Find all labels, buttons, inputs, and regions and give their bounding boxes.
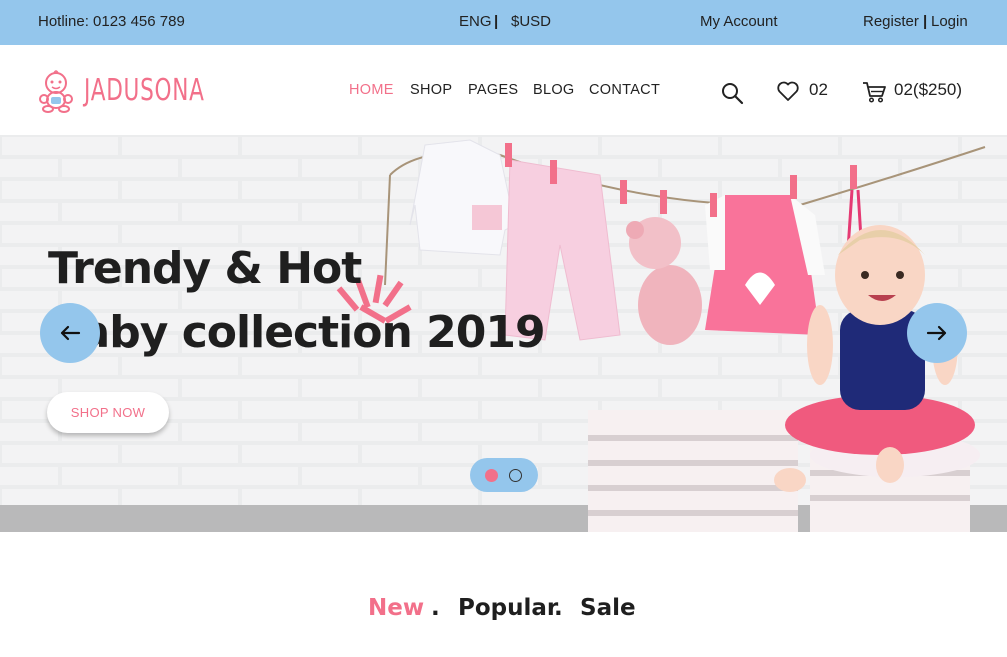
tab-separator: . — [554, 595, 563, 621]
arrow-left-icon — [60, 325, 81, 341]
nav-contact[interactable]: CONTACT — [589, 82, 660, 98]
topbar-separator: | — [494, 13, 499, 30]
register-link[interactable]: Register — [863, 13, 919, 30]
search-icon[interactable] — [720, 81, 744, 105]
hero-title-line2: Baby collection 2019 — [48, 307, 546, 358]
slider-next-button[interactable] — [907, 303, 967, 363]
auth-separator: | — [923, 13, 928, 30]
main-header: JADUSONA HOME SHOP PAGES BLOG CONTACT 02… — [0, 45, 1007, 135]
nav-home[interactable]: HOME — [349, 82, 394, 98]
top-bar: Hotline: 0123 456 789 ENG | $USD My Acco… — [0, 0, 1007, 45]
tab-new[interactable]: New — [368, 595, 424, 621]
my-account-link[interactable]: My Account — [700, 13, 778, 30]
currency-selector[interactable]: $USD — [511, 13, 551, 30]
wishlist-count: 02 — [809, 80, 828, 99]
shop-now-button[interactable]: SHOP NOW — [47, 392, 169, 433]
heart-icon[interactable] — [776, 79, 800, 103]
arrow-right-icon — [926, 325, 947, 341]
hero-title-line1: Trendy & Hot — [48, 243, 362, 294]
slider-pagination — [470, 458, 538, 492]
baby-logo-icon — [39, 70, 73, 113]
nav-blog[interactable]: BLOG — [533, 82, 575, 98]
login-link[interactable]: Login — [931, 13, 968, 30]
slider-prev-button[interactable] — [40, 303, 100, 363]
slider-dot-2[interactable] — [509, 469, 522, 482]
slider-dot-1[interactable] — [485, 469, 498, 482]
hotline-text: Hotline: 0123 456 789 — [38, 13, 185, 30]
cart-summary[interactable]: 02($250) — [894, 80, 962, 100]
nav-shop[interactable]: SHOP — [410, 82, 452, 98]
tab-separator: . — [431, 595, 440, 621]
logo-text: JADUSONA — [84, 73, 205, 108]
site-logo[interactable]: JADUSONA — [38, 69, 204, 113]
tab-sale[interactable]: Sale — [580, 595, 636, 621]
nav-pages[interactable]: PAGES — [468, 82, 518, 98]
cart-icon[interactable] — [861, 79, 887, 105]
tab-popular[interactable]: Popular — [458, 595, 558, 621]
language-selector[interactable]: ENG — [459, 13, 492, 30]
product-tabs: New . Popular . Sale — [0, 595, 1007, 635]
hero-slider: Trendy & Hot Baby collection 2019 SHOP N… — [0, 135, 1007, 532]
